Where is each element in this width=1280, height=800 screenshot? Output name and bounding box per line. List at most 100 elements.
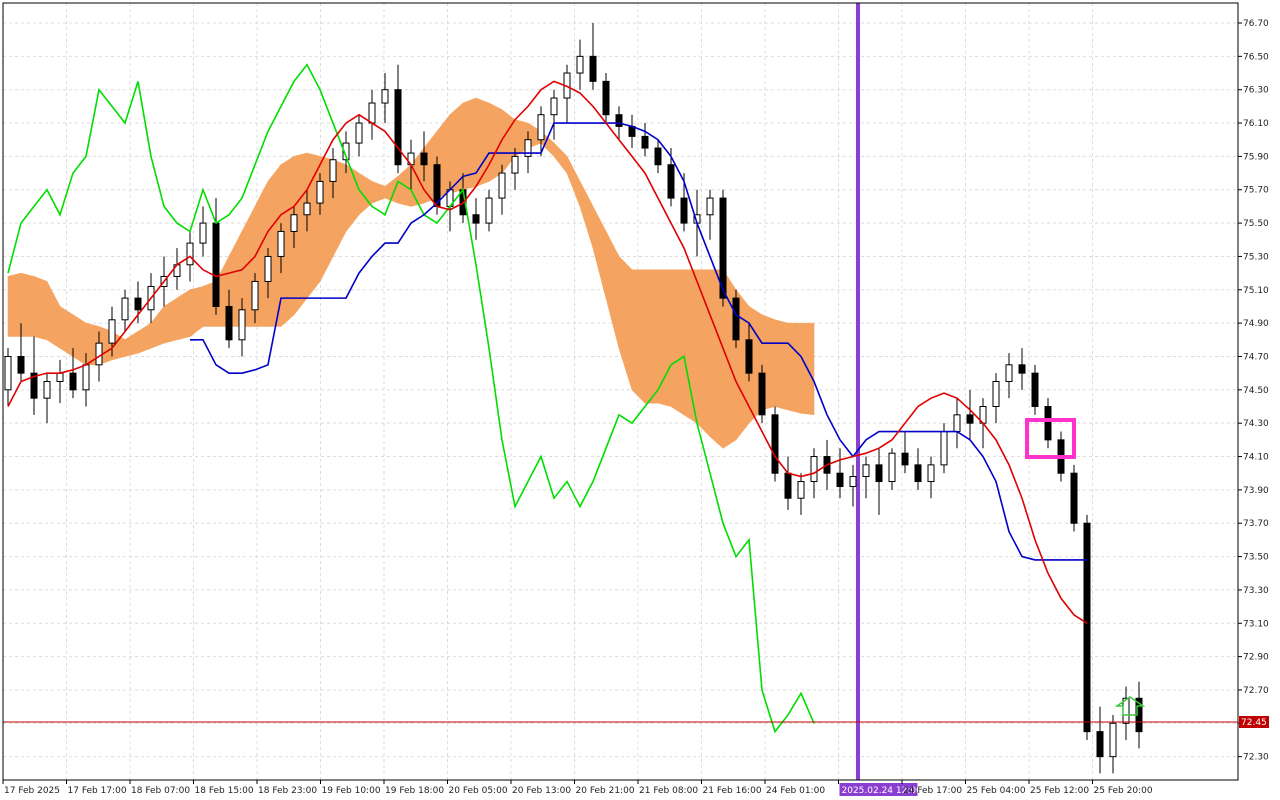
candle-bull (1109, 722, 1117, 758)
candle-bear (69, 372, 77, 391)
candle-bear (602, 80, 610, 116)
cloud-segment (449, 102, 464, 194)
cloud-segment (20, 272, 35, 337)
x-tick-label: 21 Feb 16:00 (703, 786, 762, 796)
x-tick-label: 18 Feb 23:00 (258, 786, 317, 796)
candle-bull (485, 197, 493, 224)
y-tick-label: 73.50 (1243, 553, 1269, 563)
candle-bull (706, 197, 714, 216)
cloud-segment (618, 255, 633, 390)
candle-bull (82, 364, 90, 391)
candle-bear (394, 89, 402, 166)
candle-bull (992, 380, 1000, 408)
y-tick-label: 73.90 (1243, 486, 1269, 496)
candle-bull (316, 180, 324, 204)
y-tick-label: 72.30 (1243, 753, 1269, 763)
candles (4, 23, 1143, 774)
candle-bull (537, 114, 545, 141)
candle-bull (381, 89, 389, 104)
candle-bull (108, 319, 116, 344)
candle-bull (264, 255, 272, 282)
candle-bull (927, 464, 935, 483)
y-tick-label: 74.10 (1243, 453, 1269, 463)
candle-bear (1018, 364, 1026, 374)
y-tick-label: 76.50 (1243, 52, 1269, 62)
candle-bull (199, 222, 207, 244)
cloud-segment (163, 297, 178, 344)
candle-bear (420, 152, 428, 166)
candle-bear (641, 135, 649, 149)
candle-bull (888, 452, 896, 483)
candle-bear (771, 414, 779, 474)
cloud-segment (33, 276, 48, 341)
candle-bull (797, 481, 805, 499)
y-tick-label: 76.10 (1243, 119, 1269, 129)
candle-bull (498, 172, 506, 199)
cloud-segment (371, 180, 386, 204)
candle-bull (953, 414, 961, 433)
candle-bull (290, 214, 298, 232)
cloud-segment (189, 286, 204, 338)
candle-bear (1070, 472, 1078, 524)
cloud-segment (579, 181, 594, 249)
x-tick-label: 20 Feb 13:00 (512, 786, 571, 796)
candle-bull (95, 342, 103, 366)
y-tick-label: 72.90 (1243, 653, 1269, 663)
x-tick-label: 19 Feb 10:00 (322, 786, 381, 796)
cloud-segment (46, 281, 61, 349)
y-tick-label: 75.70 (1243, 186, 1269, 196)
candle-bear (732, 297, 740, 341)
y-tick-label: 74.50 (1243, 386, 1269, 396)
candle-bear (1044, 406, 1052, 441)
candle-bull (121, 297, 129, 321)
candle-bear (914, 464, 922, 483)
x-tick-label: 25 Feb 12:00 (1030, 786, 1089, 796)
candle-bull (368, 102, 376, 124)
candle-bull (238, 309, 246, 341)
candle-bear (667, 164, 675, 199)
candle-bull (524, 139, 532, 157)
x-tick-label: 18 Feb 15:00 (195, 786, 254, 796)
cloud-segment (605, 231, 620, 349)
y-tick-label: 74.90 (1243, 319, 1269, 329)
cloud-segment (176, 289, 191, 341)
candle-bear (225, 305, 233, 341)
y-tick-label: 73.30 (1243, 586, 1269, 596)
cloud-segment (670, 269, 685, 416)
candle-bear (589, 55, 597, 82)
candle-bull (849, 476, 857, 488)
candle-bull (329, 159, 337, 182)
candle-bull (277, 230, 285, 257)
x-tick-label: 24 Feb 01:00 (766, 786, 825, 796)
candle-bull (550, 97, 558, 116)
candle-bear (966, 414, 974, 424)
x-tick-label: 18 Feb 07:00 (131, 786, 190, 796)
cloud-segment (150, 305, 165, 349)
svg-text:72.45: 72.45 (1241, 718, 1267, 728)
cloud-segment (774, 319, 789, 411)
x-tick-label: 21 Feb 08:00 (639, 786, 698, 796)
candle-bear (472, 214, 480, 224)
candle-bear (680, 197, 688, 224)
y-tick-label: 76.70 (1243, 19, 1269, 29)
cloud-segment (475, 97, 490, 187)
cloud-segment (306, 152, 321, 299)
candle-bear (615, 114, 623, 127)
candle-bear (758, 372, 766, 416)
cloud-segment (72, 314, 87, 366)
y-tick-label: 74.30 (1243, 419, 1269, 429)
time-axis[interactable]: 17 Feb 2025 17 Feb 17:00 18 Feb 07:00 18 Fe… (2, 780, 1153, 796)
x-tick-label: 17 Feb 2025 (4, 786, 60, 796)
x-tick-label: 25 Feb 04:00 (967, 786, 1026, 796)
candle-bear (1031, 372, 1039, 408)
candle-bear (1083, 522, 1091, 733)
x-tick-label: 17 Feb 17:00 (68, 786, 127, 796)
cloud-segment (124, 330, 139, 357)
y-tick-label: 75.10 (1243, 286, 1269, 296)
candle-bear (745, 339, 753, 374)
price-axis[interactable]: 76.70 76.50 76.30 76.10 75.90 75.70 75.50 75.30… (1238, 19, 1269, 763)
cloud-segment (683, 269, 698, 424)
y-tick-label: 75.50 (1243, 219, 1269, 229)
x-tick-label: 20 Feb 05:00 (449, 786, 508, 796)
cloud-segment (631, 269, 646, 404)
